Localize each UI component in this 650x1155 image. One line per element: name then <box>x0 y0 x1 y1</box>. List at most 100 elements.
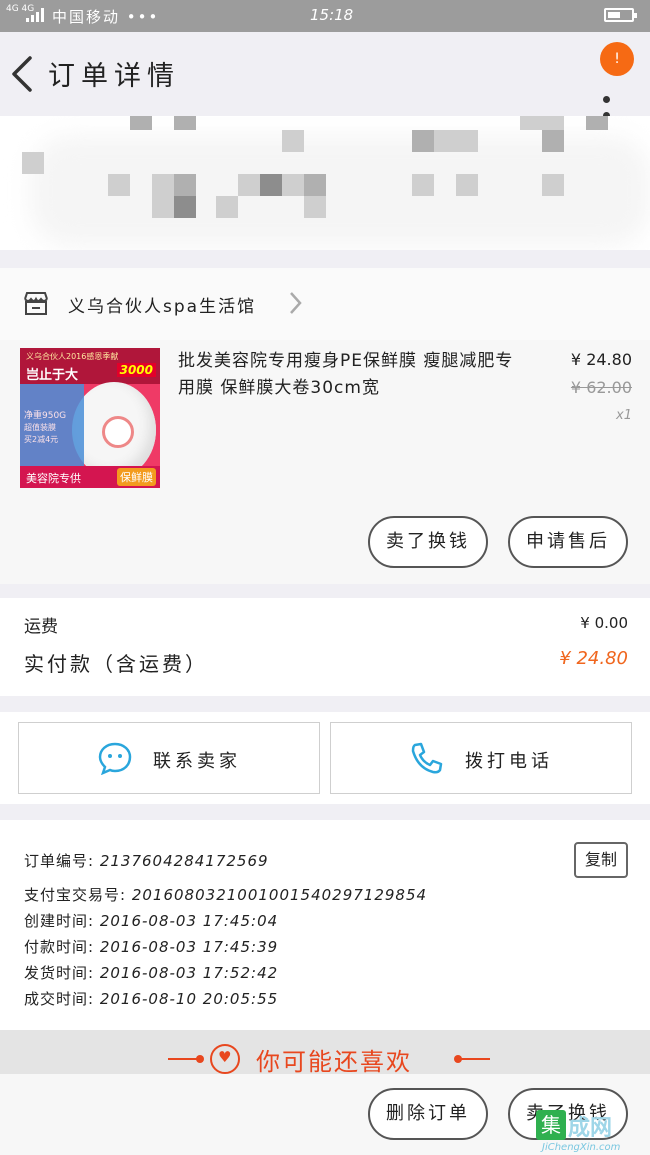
product-title[interactable]: 批发美容院专用瘦身PE保鲜膜 瘦腿减肥专用膜 保鲜膜大卷30cm宽 <box>178 348 518 402</box>
chat-icon <box>98 742 132 775</box>
order-item[interactable]: 义乌合伙人2016感恩季献 岂止于大 3000 净重950G 超值装膜 买2减4… <box>0 340 650 584</box>
created-time-row: 创建时间: 2016-08-03 17:45:04 <box>24 910 278 931</box>
sell-again-button[interactable]: 卖了换钱 <box>368 516 488 568</box>
thumb-banner-badge: 3000 <box>116 363 156 377</box>
shipped-time: 2016-08-03 17:52:42 <box>99 964 279 982</box>
mosaic-block <box>174 196 196 218</box>
contact-bar: 联系卖家 拨打电话 <box>0 712 650 804</box>
watermark-logo-icon: 集 <box>536 1110 566 1140</box>
mosaic-block <box>216 196 238 218</box>
created-time-label: 创建时间: <box>24 912 95 930</box>
mosaic-block <box>542 174 564 196</box>
alipay-row: 支付宝交易号: 2016080321001001540297129854 <box>24 884 427 905</box>
contact-seller-button[interactable]: 联系卖家 <box>18 722 320 794</box>
mosaic-block <box>22 152 44 174</box>
payment-summary: 运费 ¥ 0.00 实付款（含运费） ¥ 24.80 <box>0 598 650 696</box>
thumb-banner-big: 岂止于大 <box>26 368 79 383</box>
mosaic-block <box>304 174 326 196</box>
paid-label: 实付款（含运费） <box>24 652 208 676</box>
mosaic-block <box>282 174 304 196</box>
shipping-value: ¥ 0.00 <box>580 614 628 632</box>
completed-time: 2016-08-10 20:05:55 <box>99 990 279 1008</box>
mosaic-block <box>542 130 564 152</box>
watermark-url: JiChengXin.com <box>542 1142 621 1153</box>
mosaic-block <box>412 130 434 152</box>
alipay-number: 2016080321001001540297129854 <box>131 886 428 904</box>
mosaic-block <box>282 130 304 152</box>
watermark: 集 成网 JiChengXin.com <box>534 1108 650 1153</box>
delete-order-button[interactable]: 删除订单 <box>368 1088 488 1140</box>
divider <box>168 1058 198 1060</box>
completed-time-row: 成交时间: 2016-08-10 20:05:55 <box>24 988 278 1009</box>
mosaic-block <box>130 116 152 130</box>
chevron-right-icon <box>290 292 302 314</box>
notification-badge[interactable]: ! <box>600 42 634 76</box>
mosaic-block <box>456 130 478 152</box>
recommend-title: 你可能还喜欢 <box>256 1048 412 1076</box>
film-roll-image <box>72 382 156 478</box>
back-arrow-icon[interactable] <box>8 54 38 94</box>
paid-time: 2016-08-03 17:45:39 <box>99 938 279 956</box>
order-info: 订单编号: 2137604284172569 复制 支付宝交易号: 201608… <box>0 820 650 1030</box>
mosaic-block <box>174 116 196 130</box>
order-number-row: 订单编号: 2137604284172569 <box>24 850 269 871</box>
thumb-text: 买2减4元 <box>24 435 59 444</box>
thumb-text: 美容院专供 <box>26 472 81 485</box>
shipping-label: 运费 <box>24 617 58 637</box>
copy-button[interactable]: 复制 <box>574 842 628 878</box>
paid-time-label: 付款时间: <box>24 938 95 956</box>
thumb-text: 净重950G <box>24 411 67 421</box>
status-bar: 4G 4G 中国移动 ••• 15:18 <box>0 0 650 32</box>
shop-name[interactable]: 义乌合伙人spa生活馆 <box>68 292 256 317</box>
call-phone-button[interactable]: 拨打电话 <box>330 722 632 794</box>
mosaic-block <box>434 130 456 152</box>
mosaic-block <box>152 174 174 196</box>
page-title: 订单详情 <box>48 61 180 92</box>
mosaic-block <box>542 116 564 130</box>
watermark-logo-icon: 成网 <box>568 1116 613 1141</box>
after-sale-button[interactable]: 申请售后 <box>508 516 628 568</box>
mosaic-block <box>152 196 174 218</box>
alipay-label: 支付宝交易号: <box>24 886 127 904</box>
thumb-banner: 义乌合伙人2016感恩季献 岂止于大 3000 <box>20 348 160 384</box>
mosaic-block <box>456 174 478 196</box>
contact-seller-label: 联系卖家 <box>153 751 241 772</box>
carrier-name: 中国移动 ••• <box>52 8 160 26</box>
divider <box>460 1058 490 1060</box>
order-number-label: 订单编号: <box>24 852 95 870</box>
call-phone-label: 拨打电话 <box>465 751 553 772</box>
mosaic-block <box>108 174 130 196</box>
thumb-bottom-bar: 美容院专供 保鲜膜 <box>20 466 160 488</box>
paid-value: ¥ 24.80 <box>559 648 628 669</box>
original-price: ¥ 62.00 <box>570 378 632 397</box>
created-time: 2016-08-03 17:45:04 <box>99 912 279 930</box>
shop-row[interactable]: 义乌合伙人spa生活馆 <box>0 268 650 341</box>
heart-icon <box>210 1044 240 1074</box>
product-price: ¥ 24.80 <box>570 350 632 369</box>
mosaic-block <box>174 174 196 196</box>
mosaic-block <box>304 196 326 218</box>
store-icon <box>24 292 48 315</box>
phone-icon <box>411 742 443 774</box>
order-number: 2137604284172569 <box>99 852 269 870</box>
signal-icon <box>26 8 46 22</box>
thumb-text: 保鲜膜 <box>117 468 156 486</box>
divider-dot <box>196 1055 204 1063</box>
product-thumbnail[interactable]: 义乌合伙人2016感恩季献 岂止于大 3000 净重950G 超值装膜 买2减4… <box>20 348 160 488</box>
app-header: 订单详情 ! <box>0 32 650 119</box>
completed-time-label: 成交时间: <box>24 990 95 1008</box>
thumb-banner-small: 义乌合伙人2016感恩季献 <box>26 352 119 361</box>
mosaic-block <box>412 174 434 196</box>
mosaic-block <box>260 174 282 196</box>
shipping-address-card[interactable] <box>0 116 650 250</box>
shipped-time-label: 发货时间: <box>24 964 95 982</box>
battery-icon <box>604 8 637 22</box>
thumb-text: 超值装膜 <box>24 423 56 432</box>
shipped-time-row: 发货时间: 2016-08-03 17:52:42 <box>24 962 278 983</box>
mosaic-block <box>586 116 608 130</box>
recommend-header: 你可能还喜欢 <box>0 1030 650 1076</box>
paid-time-row: 付款时间: 2016-08-03 17:45:39 <box>24 936 278 957</box>
mosaic-block <box>238 174 260 196</box>
clock: 15:18 <box>310 6 354 24</box>
mosaic-block <box>520 116 542 130</box>
